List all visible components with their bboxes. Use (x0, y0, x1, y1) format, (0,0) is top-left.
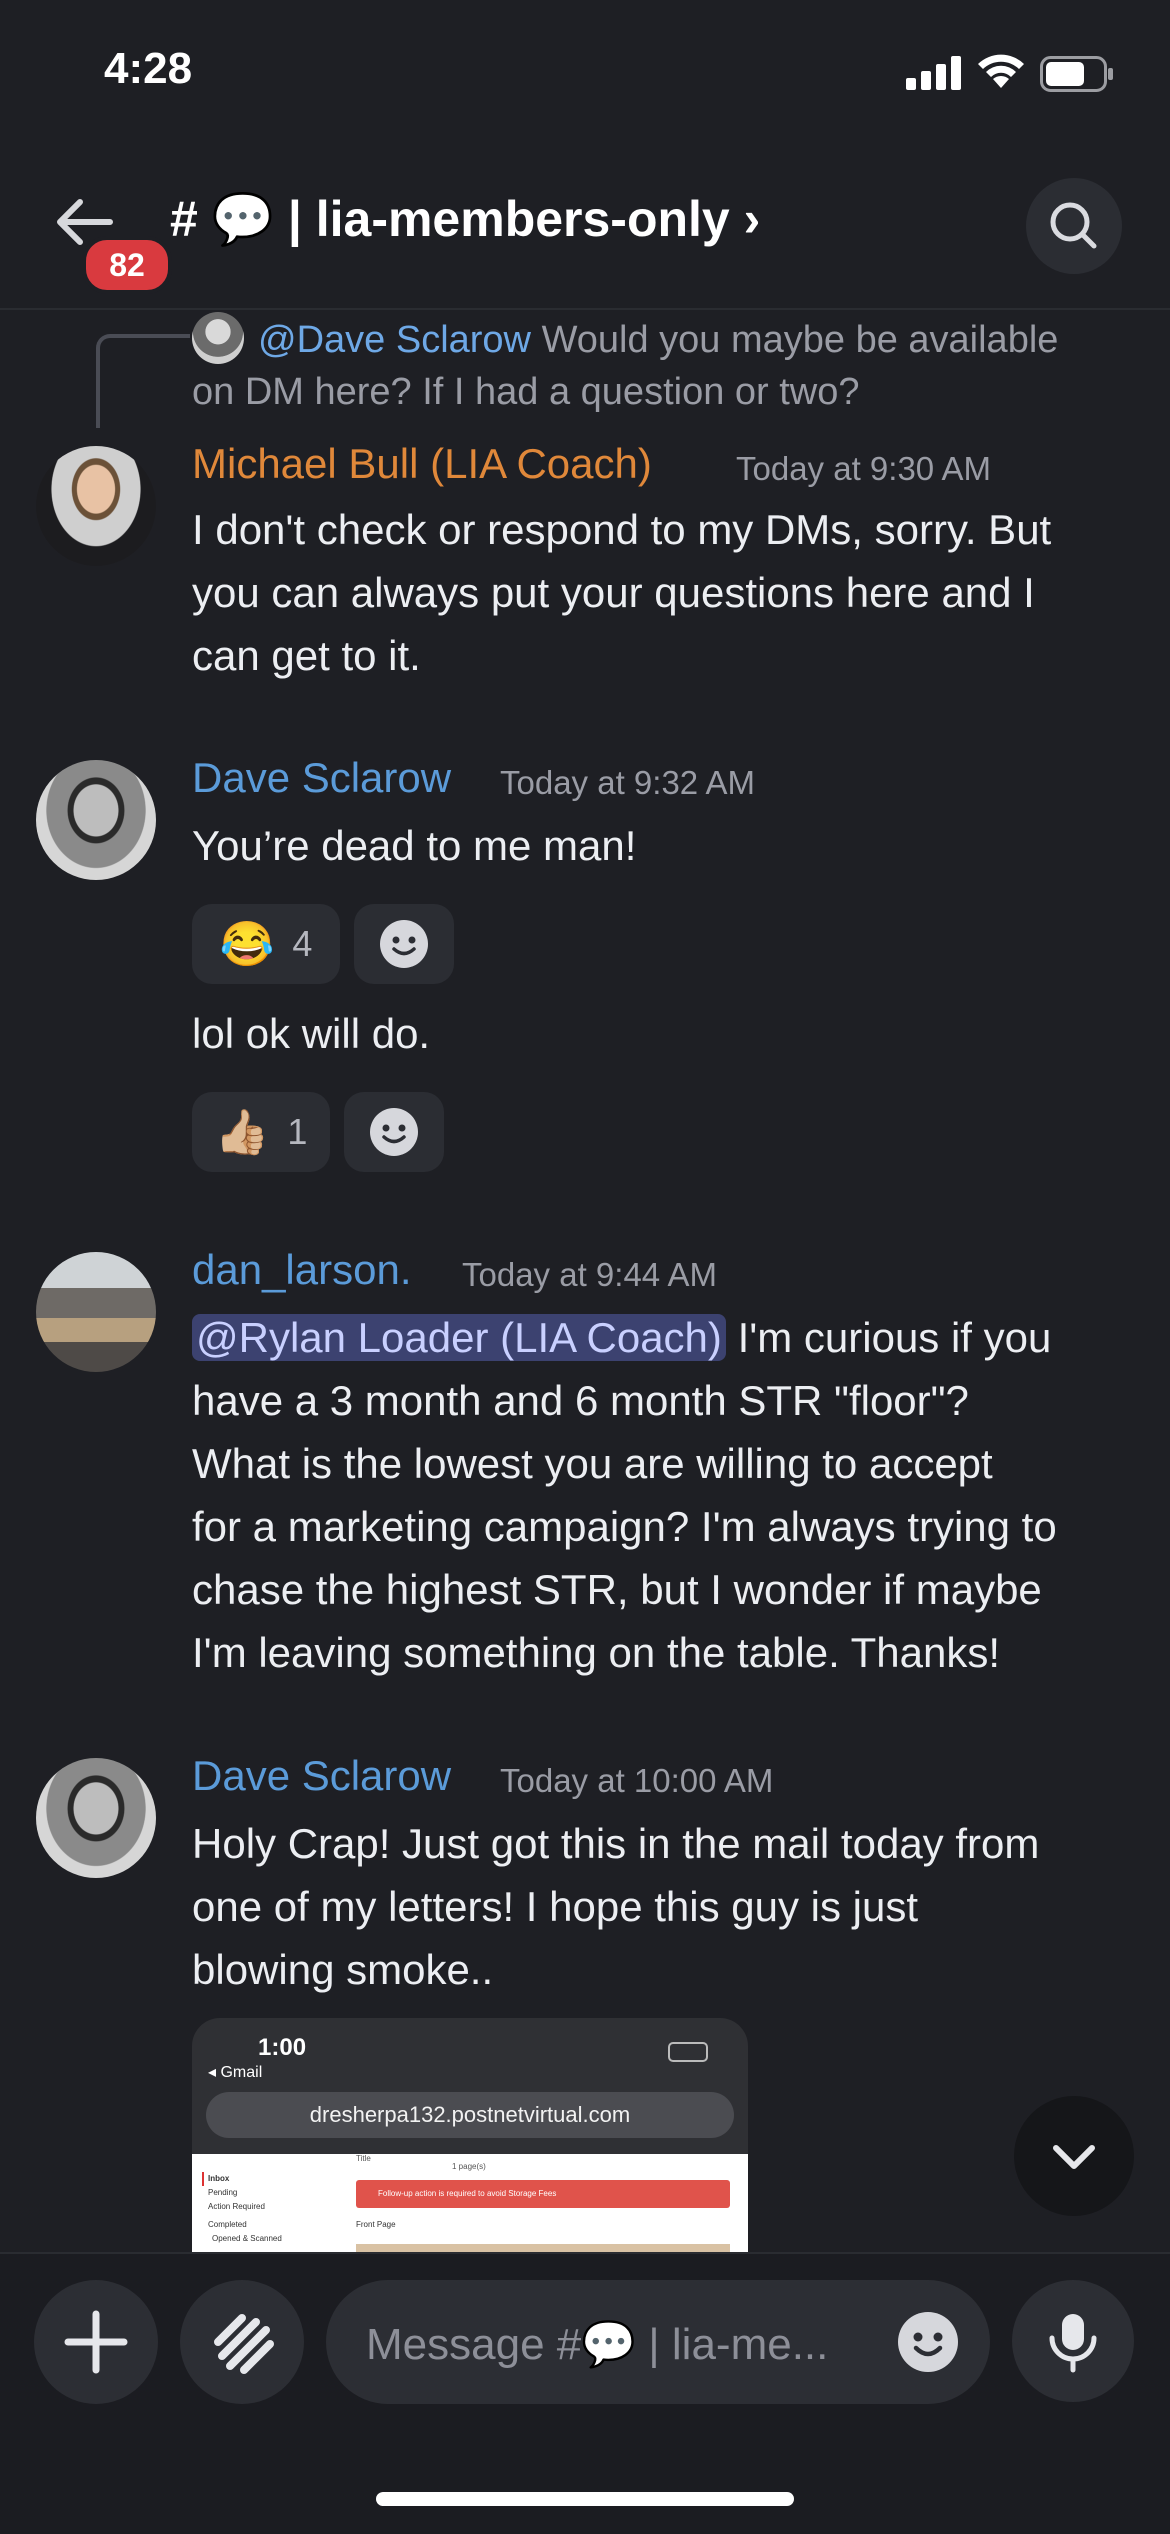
message-text: Holy Crap! Just got this in the mail tod… (192, 1812, 1152, 2001)
plus-icon (64, 2310, 128, 2374)
message-first-line: @Rylan Loader (LIA Coach) I'm curious if… (192, 1306, 1152, 1369)
battery-icon (1040, 56, 1116, 96)
embed-preview-strip (356, 2244, 730, 2252)
embed-url-bar: dresherpa132.postnetvirtual.com (206, 2092, 734, 2138)
embed-front-page-label: Front Page (356, 2220, 396, 2229)
reaction-count: 4 (292, 923, 313, 964)
embed-pages-label: 1 page(s) (452, 2162, 486, 2171)
cellular-signal-icon (906, 56, 962, 94)
apps-button[interactable] (180, 2280, 304, 2404)
message-author[interactable]: dan_larson. (192, 1246, 412, 1294)
embed-status-time: 1:00 (258, 2034, 307, 2061)
embed-sidebar-item: Opened & Scanned (212, 2234, 282, 2243)
embed-sidebar-item: Completed (208, 2220, 247, 2229)
add-reaction-button[interactable] (354, 904, 454, 984)
message-line: I don't check or respond to my DMs, sorr… (192, 506, 1052, 553)
message-line: for a marketing campaign? I'm always try… (192, 1503, 1057, 1550)
reply-connector (96, 334, 190, 428)
embed-sidebar-item: Inbox (202, 2172, 282, 2186)
thumbs-up-emoji-icon: 👍🏼 (214, 1108, 270, 1157)
search-icon (1050, 202, 1097, 249)
message-timestamp: Today at 9:32 AM (500, 764, 755, 801)
embed-alert: Follow-up action is required to avoid St… (356, 2180, 730, 2208)
add-reaction-icon (370, 1108, 418, 1156)
embed-sidebar: Inbox Pending Action Required Completed … (202, 2172, 282, 2246)
channel-title[interactable]: # 💬 | lia-members-only › (170, 190, 760, 249)
reply-mention: @Dave Sclarow (258, 319, 531, 361)
avatar[interactable] (36, 1758, 156, 1878)
header-divider (0, 308, 1170, 310)
add-reaction-button[interactable] (344, 1092, 444, 1172)
avatar[interactable] (36, 446, 156, 566)
message-author[interactable]: Dave Sclarow (192, 754, 451, 802)
user-mention[interactable]: @Rylan Loader (LIA Coach) (192, 1314, 726, 1361)
unread-badge: 82 (82, 236, 172, 294)
message-line: you can always put your questions here a… (192, 569, 1035, 616)
message-text: I don't check or respond to my DMs, sorr… (192, 498, 1152, 687)
reaction-count: 1 (287, 1111, 308, 1152)
reply-text-line2: on DM here? If I had a question or two? (192, 371, 860, 413)
message-timestamp: Today at 9:30 AM (736, 450, 991, 487)
message-line: I'm curious if you (725, 1314, 1052, 1361)
voice-message-button[interactable] (1012, 2280, 1134, 2402)
laughing-emoji-icon: 😂 (219, 920, 275, 969)
microphone-icon (1049, 2314, 1097, 2373)
add-attachment-button[interactable] (34, 2280, 158, 2404)
embed-sidebar-item: Action Required (208, 2202, 265, 2211)
search-button[interactable] (1026, 178, 1122, 274)
smiley-icon (898, 2312, 958, 2372)
embed-alert-text: Follow-up action is required to avoid St… (378, 2189, 557, 2198)
reply-text-line1: Would you maybe be available (541, 319, 1059, 361)
apps-icon (214, 2314, 274, 2374)
message-line: have a 3 month and 6 month STR "floor"? (192, 1377, 969, 1424)
message-author[interactable]: Michael Bull (LIA Coach) (192, 440, 652, 488)
embed-sidebar-item: Pending (208, 2188, 238, 2197)
status-time: 4:28 (104, 44, 193, 93)
avatar[interactable] (36, 760, 156, 880)
message-line: can get to it. (192, 632, 421, 679)
embed-page: Inbox Pending Action Required Completed … (192, 2154, 748, 2252)
embed-title-label: Title (356, 2154, 371, 2163)
embed-battery-icon (668, 2042, 708, 2062)
embed-back-label: ◂ Gmail (208, 2064, 263, 2081)
jump-to-bottom-button[interactable] (1014, 2096, 1134, 2216)
message-input-placeholder: Message #💬 | lia-me... (366, 2320, 829, 2369)
message-text: lol ok will do. (192, 1010, 431, 1057)
message-timestamp: Today at 10:00 AM (500, 1762, 774, 1799)
chevron-down-icon (1053, 2145, 1095, 2169)
reaction-pill[interactable]: 👍🏼 1 (192, 1092, 330, 1172)
reaction-pill[interactable]: 😂 4 (192, 904, 340, 984)
message-line: What is the lowest you are willing to ac… (192, 1440, 993, 1487)
reply-preview[interactable]: @Dave Sclarow Would you maybe be availab… (258, 314, 1058, 366)
home-indicator (376, 2492, 794, 2506)
avatar[interactable] (36, 1252, 156, 1372)
message-line: Holy Crap! Just got this in the mail tod… (192, 1820, 1040, 1867)
wifi-icon (976, 52, 1026, 94)
message-text: @Rylan Loader (LIA Coach) I'm curious if… (192, 1306, 1152, 1684)
message-text: You’re dead to me man! (192, 822, 637, 869)
message-line: blowing smoke.. (192, 1946, 494, 1993)
reply-avatar (192, 312, 244, 364)
add-reaction-icon (380, 920, 428, 968)
message-line: chase the highest STR, but I wonder if m… (192, 1566, 1042, 1613)
message-line: I'm leaving something on the table. Than… (192, 1629, 1001, 1676)
emoji-picker-button[interactable] (896, 2310, 960, 2374)
image-attachment[interactable]: 1:00 ◂ Gmail dresherpa132.postnetvirtual… (192, 2018, 748, 2252)
embed-url: dresherpa132.postnetvirtual.com (309, 2102, 631, 2127)
message-author[interactable]: Dave Sclarow (192, 1752, 451, 1800)
message-timestamp: Today at 9:44 AM (462, 1256, 717, 1293)
message-line: one of my letters! I hope this guy is ju… (192, 1883, 919, 1930)
